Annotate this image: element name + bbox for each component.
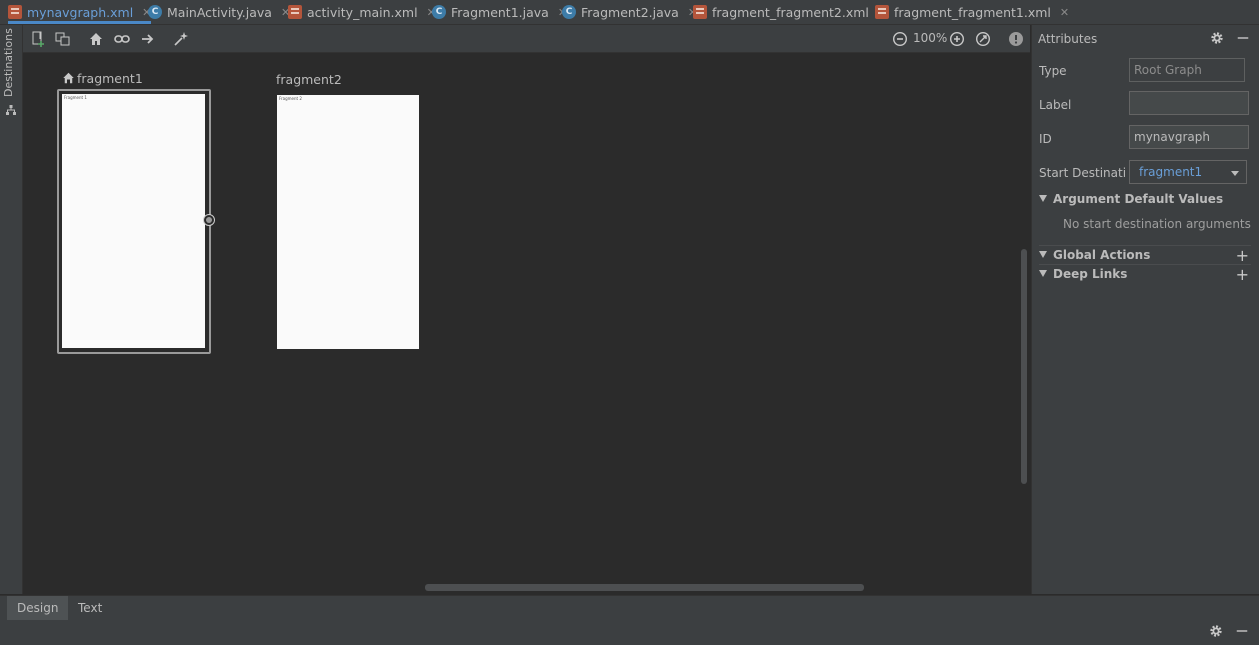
preview-text: Fragment 2 <box>279 96 302 101</box>
minimize-icon[interactable] <box>1236 31 1250 45</box>
java-class-icon: C <box>562 5 576 19</box>
zoom-to-fit-icon[interactable] <box>974 30 992 48</box>
panel-title: Attributes <box>1038 32 1098 46</box>
destination-title-fragment2: fragment2 <box>276 72 342 87</box>
no-arguments-message: No start destination arguments <box>1063 217 1251 231</box>
close-icon[interactable]: ✕ <box>1060 6 1069 19</box>
tab-label: MainActivity.java <box>167 4 272 20</box>
argument-default-values-section[interactable]: Argument Default Values <box>1039 190 1251 206</box>
tab-mynavgraph[interactable]: mynavgraph.xml ✕ <box>8 0 152 24</box>
destinations-side-panel: Destinations <box>0 25 23 594</box>
navigation-graph-canvas[interactable]: fragment1 Fragment 1 fragment2 Fragment … <box>23 53 1030 594</box>
tab-fragment2-java[interactable]: C Fragment2.java ✕ <box>562 0 697 24</box>
tab-label: fragment_fragment1.xml <box>894 4 1051 20</box>
tab-fragment1-java[interactable]: C Fragment1.java ✕ <box>432 0 567 24</box>
zoom-in-icon[interactable] <box>948 30 966 48</box>
new-destination-icon[interactable] <box>29 30 47 48</box>
xml-file-icon <box>875 5 889 19</box>
fragment1-preview: Fragment 1 <box>62 94 205 348</box>
collapse-triangle-icon <box>1039 195 1047 202</box>
editor-tab-bar: mynavgraph.xml ✕ C MainActivity.java ✕ a… <box>0 0 1259 25</box>
zoom-out-icon[interactable] <box>891 30 909 48</box>
destination-fragment2[interactable]: Fragment 2 <box>277 95 419 349</box>
bottom-tool-bar <box>0 620 1259 645</box>
action-arrow-icon[interactable] <box>139 30 157 48</box>
xml-file-icon <box>288 5 302 19</box>
start-destination-dropdown[interactable]: fragment1 <box>1129 160 1247 184</box>
start-destination-value: fragment1 <box>1139 165 1203 179</box>
type-label: Type <box>1039 64 1067 78</box>
deep-link-icon[interactable] <box>113 30 131 48</box>
tab-text[interactable]: Text <box>68 596 112 620</box>
add-deep-link-icon[interactable]: + <box>1236 265 1249 284</box>
global-actions-section[interactable]: Global Actions + <box>1039 245 1251 265</box>
destination-fragment1[interactable]: Fragment 1 <box>57 89 211 354</box>
horizontal-scrollbar[interactable] <box>425 584 864 591</box>
action-drag-handle[interactable] <box>203 214 215 226</box>
start-destination-label: Start Destination <box>1039 166 1125 180</box>
collapse-triangle-icon <box>1039 270 1047 277</box>
vertical-scrollbar[interactable] <box>1021 249 1027 484</box>
tab-label: fragment_fragment2.xml <box>712 4 869 20</box>
minimize-icon[interactable] <box>1235 624 1249 638</box>
deep-links-section[interactable]: Deep Links + <box>1039 264 1251 284</box>
home-icon[interactable] <box>87 30 105 48</box>
destination-title-fragment1: fragment1 <box>62 71 143 86</box>
start-destination-home-icon <box>63 72 74 84</box>
gear-icon[interactable] <box>1209 624 1223 638</box>
tab-design[interactable]: Design <box>7 596 69 620</box>
java-class-icon: C <box>432 5 446 19</box>
xml-file-icon <box>693 5 707 19</box>
warning-icon[interactable] <box>1007 30 1025 48</box>
auto-arrange-icon[interactable] <box>172 30 190 48</box>
zoom-level: 100% <box>913 31 948 45</box>
tab-mainactivity[interactable]: C MainActivity.java ✕ <box>148 0 290 24</box>
attributes-panel: Attributes Type Root Graph Label ID myna… <box>1031 25 1259 594</box>
hierarchy-icon <box>6 105 16 115</box>
add-global-action-icon[interactable]: + <box>1236 246 1249 265</box>
tab-activity-main[interactable]: activity_main.xml ✕ <box>288 0 436 24</box>
editor-mode-tabs: Design Text <box>0 595 1259 621</box>
collapse-triangle-icon <box>1039 251 1047 258</box>
tab-label: mynavgraph.xml <box>27 4 134 20</box>
tab-label: Fragment2.java <box>581 4 679 20</box>
chevron-down-icon <box>1231 171 1239 176</box>
xml-file-icon <box>8 5 22 19</box>
type-field: Root Graph <box>1129 58 1245 82</box>
label-label: Label <box>1039 98 1072 112</box>
label-field[interactable] <box>1129 91 1249 115</box>
id-label: ID <box>1039 132 1052 146</box>
java-class-icon: C <box>148 5 162 19</box>
nested-graph-icon[interactable] <box>54 30 72 48</box>
id-field[interactable]: mynavgraph <box>1129 125 1249 149</box>
tab-fragment-fragment1-xml[interactable]: fragment_fragment1.xml ✕ <box>875 0 1069 24</box>
preview-text: Fragment 1 <box>64 95 87 100</box>
tab-label: activity_main.xml <box>307 4 418 20</box>
nav-editor-toolbar: 100% <box>23 25 1030 53</box>
tab-label: Fragment1.java <box>451 4 549 20</box>
tab-fragment-fragment2-xml[interactable]: fragment_fragment2.xml ✕ <box>693 0 887 24</box>
gear-icon[interactable] <box>1210 31 1224 45</box>
destinations-toggle[interactable]: Destinations <box>2 28 15 97</box>
